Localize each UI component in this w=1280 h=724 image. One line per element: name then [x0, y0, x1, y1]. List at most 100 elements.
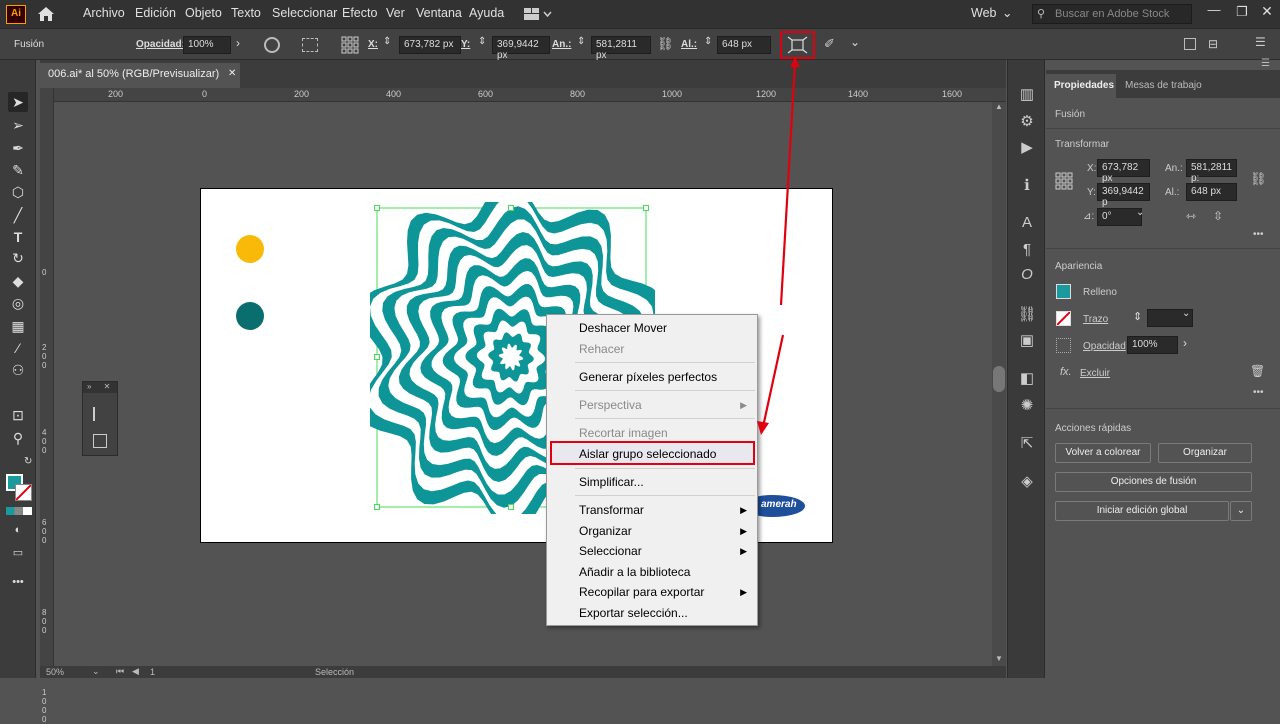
x-field[interactable]: 673,782 px: [399, 36, 461, 54]
stroke-label[interactable]: Trazo: [1083, 314, 1108, 325]
stock-search-input[interactable]: ⚲ Buscar en Adobe Stock: [1032, 4, 1192, 24]
blend-options-button[interactable]: Opciones de fusión: [1055, 472, 1252, 492]
selection-handle[interactable]: [374, 504, 380, 510]
trash-icon[interactable]: 🗑: [1250, 364, 1265, 378]
menu-edicion[interactable]: Edición: [135, 6, 176, 20]
character-icon[interactable]: A: [1017, 214, 1037, 234]
scroll-thumb[interactable]: [993, 366, 1005, 392]
tab-artboards[interactable]: Mesas de trabajo: [1125, 80, 1202, 91]
effect-exclude-link[interactable]: Excluir: [1080, 368, 1110, 379]
zoom-tool-icon[interactable]: ⚲: [8, 428, 28, 448]
menu-ventana[interactable]: Ventana: [416, 6, 462, 20]
menu-item-add-library[interactable]: Añadir a la biblioteca: [579, 565, 690, 579]
teal-circle[interactable]: [236, 302, 264, 330]
window-minimize-button[interactable]: —: [1203, 2, 1225, 24]
reference-point-icon[interactable]: [1055, 172, 1073, 190]
global-edit-dropdown[interactable]: ⌄: [1230, 501, 1252, 521]
menu-item-undo-move[interactable]: Deshacer Mover: [579, 321, 667, 335]
artboard-number[interactable]: 1: [150, 667, 155, 677]
recolor-button[interactable]: Volver a colorear: [1055, 443, 1151, 463]
shape-tool-icon[interactable]: ⬡: [8, 182, 28, 202]
yellow-circle[interactable]: [236, 235, 264, 263]
height-stepper-icon[interactable]: ⇕: [704, 36, 712, 47]
opacity-label[interactable]: Opacidad: [1083, 341, 1126, 352]
links-icon[interactable]: ⛓: [1017, 305, 1037, 325]
menu-item-transform[interactable]: Transformar: [579, 503, 644, 517]
swap-colors-icon[interactable]: ↻: [24, 456, 32, 467]
home-icon[interactable]: [37, 6, 55, 22]
constrain-proportions-icon[interactable]: ⛓: [657, 36, 674, 52]
draw-mode-icon[interactable]: ◐: [8, 520, 28, 540]
type-tool-icon[interactable]: T: [8, 227, 28, 247]
export-icon[interactable]: ⇱: [1017, 434, 1037, 454]
gradient-tool-icon[interactable]: ▦: [8, 316, 28, 336]
stroke-stepper-icon[interactable]: ⇕: [1133, 310, 1142, 323]
width-stepper-icon[interactable]: ⇕: [577, 36, 585, 47]
menu-item-pixel-perfect[interactable]: Generar píxeles perfectos: [579, 370, 717, 384]
window-close-button[interactable]: ✕: [1257, 3, 1277, 23]
control-menu-icon[interactable]: ☰: [1255, 35, 1266, 49]
width-field[interactable]: 581,2811 px: [591, 36, 651, 61]
y-stepper-icon[interactable]: ⇕: [478, 36, 486, 47]
paragraph-icon[interactable]: ¶: [1017, 241, 1037, 261]
align-left-icon[interactable]: [93, 407, 107, 421]
menu-item-arrange[interactable]: Organizar: [579, 524, 632, 538]
shape-builder-icon[interactable]: ◎: [8, 293, 28, 313]
workspace-chevron-icon[interactable]: ⌄: [1002, 5, 1012, 20]
menu-item-export-selection[interactable]: Exportar selección...: [579, 606, 688, 620]
panel-width-field[interactable]: 581,2811 p:: [1186, 159, 1237, 184]
eyedropper-tool-icon[interactable]: ⁄: [8, 338, 28, 358]
blend-tool-icon[interactable]: ⚇: [8, 360, 28, 380]
zoom-dropdown-icon[interactable]: ⌄: [92, 666, 100, 677]
pathfinder-icon[interactable]: [93, 434, 107, 448]
appearance-more-icon[interactable]: •••: [1253, 387, 1264, 398]
first-artboard-icon[interactable]: ⏮: [116, 666, 124, 677]
menu-texto[interactable]: Texto: [231, 6, 261, 20]
layers-alt-icon[interactable]: ▣: [1017, 331, 1037, 351]
menu-ver[interactable]: Ver: [386, 6, 405, 20]
menu-item-isolate-group[interactable]: Aislar grupo seleccionado: [550, 441, 755, 465]
arrange-documents-icon[interactable]: [524, 7, 552, 21]
rotate-tool-icon[interactable]: ↻: [8, 248, 28, 268]
arrange-panels-icon[interactable]: [1184, 38, 1196, 50]
opacity-arrow-icon[interactable]: ›: [1183, 336, 1187, 350]
selection-tool-icon[interactable]: ➤: [8, 92, 28, 112]
screen-mode-icon[interactable]: ▭: [8, 543, 28, 563]
curvature-tool-icon[interactable]: ✎: [8, 160, 28, 180]
prev-artboard-icon[interactable]: ◀: [132, 666, 139, 677]
opacity-field[interactable]: 100%: [183, 36, 231, 54]
zoom-level[interactable]: 50%: [46, 667, 64, 677]
menu-item-collect-export[interactable]: Recopilar para exportar: [579, 585, 704, 599]
panel-menu-icon[interactable]: ☰: [1261, 58, 1270, 69]
stroke-dropdown-icon[interactable]: ⌄: [1182, 308, 1190, 319]
transform-more-icon[interactable]: •••: [1253, 229, 1264, 240]
selection-handle[interactable]: [508, 205, 514, 211]
direct-selection-tool-icon[interactable]: ➢: [8, 115, 28, 135]
vertical-scrollbar[interactable]: ▲ ▼: [992, 102, 1006, 666]
fx-icon[interactable]: fx.: [1060, 366, 1072, 378]
edit-isolation-icon[interactable]: ✐: [824, 36, 835, 52]
menu-item-select[interactable]: Seleccionar: [579, 544, 642, 558]
link-proportions-icon[interactable]: ⛓: [1250, 171, 1267, 187]
scroll-up-icon[interactable]: ▲: [995, 102, 1003, 111]
align-icon[interactable]: [302, 38, 318, 52]
layers-icon[interactable]: ◈: [1017, 472, 1037, 492]
panel-y-field[interactable]: 369,9442 p: [1097, 183, 1150, 208]
image-trace-icon[interactable]: ◧: [1017, 369, 1037, 389]
menu-ayuda[interactable]: Ayuda: [469, 6, 504, 20]
symbols-icon[interactable]: ✺: [1017, 396, 1037, 416]
angle-dropdown-icon[interactable]: ⌄: [1136, 207, 1144, 218]
selection-handle[interactable]: [643, 205, 649, 211]
document-tab[interactable]: 006.ai* al 50% (RGB/Previsualizar) ✕: [40, 63, 240, 88]
more-tools-icon[interactable]: •••: [8, 572, 28, 592]
align-panel-icon[interactable]: ⊟: [1208, 37, 1218, 51]
menu-archivo[interactable]: Archivo: [83, 6, 125, 20]
window-restore-button[interactable]: ❐: [1232, 4, 1252, 24]
eraser-tool-icon[interactable]: ◆: [8, 271, 28, 291]
reference-point-icon[interactable]: [341, 36, 359, 54]
flip-vertical-icon[interactable]: ⇳: [1213, 209, 1223, 223]
actions-icon[interactable]: ▶: [1017, 138, 1037, 158]
stroke-swatch[interactable]: [1056, 311, 1071, 326]
stroke-swatch[interactable]: [15, 484, 32, 501]
fill-swatch[interactable]: [1056, 284, 1071, 299]
